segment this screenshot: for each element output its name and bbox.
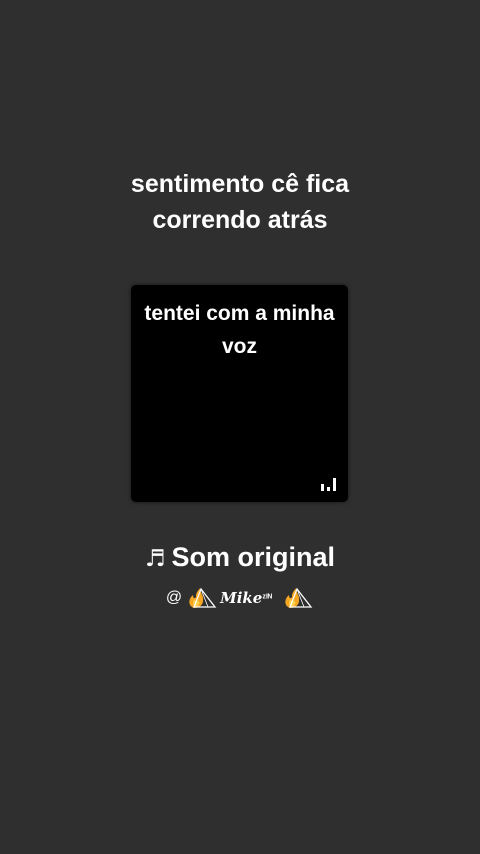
- author-superscript: ᶻᴵᴺ: [262, 592, 273, 604]
- cover-text: tentei com a minha voz: [131, 297, 348, 363]
- audio-bars-icon: [321, 478, 336, 491]
- sound-title-text: Som original: [171, 542, 336, 572]
- fire-triangle-emblem-icon: [189, 587, 217, 608]
- video-caption: sentimento cê fica correndo atrás: [0, 166, 480, 238]
- caption-line-1: sentimento cê fica: [130, 170, 350, 198]
- cover-text-line-1: tentei com a minha: [144, 302, 335, 325]
- cover-text-line-2: voz: [221, 335, 257, 358]
- caption-line-2: correndo atrás: [152, 206, 328, 234]
- at-sign: @: [165, 589, 183, 606]
- author-handle[interactable]: @ Mike ᶻᴵᴺ: [0, 585, 480, 611]
- sound-title[interactable]: ♬ Som original: [0, 538, 480, 578]
- fire-triangle-emblem-icon: [285, 587, 313, 608]
- author-name: Mike: [220, 589, 263, 607]
- album-cover[interactable]: tentei com a minha voz: [131, 285, 348, 502]
- music-note-icon: ♬: [144, 546, 166, 572]
